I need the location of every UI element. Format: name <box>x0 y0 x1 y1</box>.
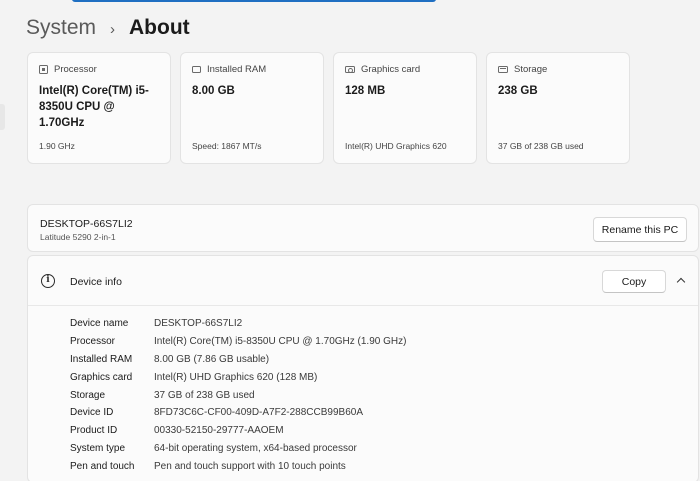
storage-icon <box>498 66 508 73</box>
spec-value: 8FD73C6C-CF00-409D-A7F2-288CCB99B60A <box>154 407 363 419</box>
nav-pane-edge[interactable] <box>0 104 5 130</box>
device-info-panel: i Device info Copy Device name DESKTOP-6… <box>27 255 699 481</box>
spec-label: Device name <box>70 318 129 330</box>
spec-row-pen-and-touch: Pen and touch Pen and touch support with… <box>70 457 406 475</box>
spec-label: Product ID <box>70 425 118 437</box>
spec-row-graphics-card: Graphics card Intel(R) UHD Graphics 620 … <box>70 368 406 386</box>
processor-card-sub: 1.90 GHz <box>39 141 75 151</box>
spec-label: Pen and touch <box>70 460 135 472</box>
rename-pc-button[interactable]: Rename this PC <box>593 217 687 242</box>
spec-value: 64-bit operating system, x64-based proce… <box>154 442 357 454</box>
spec-value: 37 GB of 238 GB used <box>154 389 255 401</box>
spec-row-system-type: System type 64-bit operating system, x64… <box>70 440 406 458</box>
spec-label: Processor <box>70 336 116 348</box>
copy-button[interactable]: Copy <box>602 270 666 293</box>
spec-value: Intel(R) UHD Graphics 620 (128 MB) <box>154 371 318 383</box>
spec-label: Storage <box>70 389 106 401</box>
device-info-title: Device info <box>70 276 122 288</box>
breadcrumb: System › About <box>26 13 190 43</box>
spec-value: Intel(R) Core(TM) i5-8350U CPU @ 1.70GHz… <box>154 336 407 348</box>
ram-card-sub: Speed: 1867 MT/s <box>192 141 262 151</box>
spec-row-device-id: Device ID 8FD73C6C-CF00-409D-A7F2-288CCB… <box>70 404 406 422</box>
device-spec-list: Device name DESKTOP-66S7LI2 Processor In… <box>70 315 406 475</box>
chevron-up-icon[interactable] <box>676 277 686 287</box>
breadcrumb-separator: › <box>110 20 116 38</box>
breadcrumb-system[interactable]: System <box>26 16 96 40</box>
spec-row-device-name: Device name DESKTOP-66S7LI2 <box>70 315 406 333</box>
storage-card-sub: 37 GB of 238 GB used <box>498 141 584 151</box>
spec-row-processor: Processor Intel(R) Core(TM) i5-8350U CPU… <box>70 333 406 351</box>
spec-row-product-id: Product ID 00330-52150-29777-AAOEM <box>70 422 406 440</box>
storage-card-label: Storage <box>514 64 548 75</box>
storage-card: Storage 238 GB 37 GB of 238 GB used <box>486 52 630 164</box>
graphics-card-card: Graphics card 128 MB Intel(R) UHD Graphi… <box>333 52 477 164</box>
ram-card-label: Installed RAM <box>207 64 267 75</box>
spec-label: Installed RAM <box>70 353 133 365</box>
ram-icon <box>192 66 201 73</box>
spec-value: 00330-52150-29777-AAOEM <box>154 425 284 437</box>
processor-icon <box>39 65 48 74</box>
spec-label: Graphics card <box>70 371 133 383</box>
processor-card-label: Processor <box>54 64 97 75</box>
pc-model: Latitude 5290 2-in-1 <box>40 232 116 242</box>
ram-card-value: 8.00 GB <box>192 85 235 97</box>
storage-card-value: 238 GB <box>498 85 538 97</box>
info-icon: i <box>41 274 55 288</box>
device-info-header[interactable]: i Device info Copy <box>28 256 698 306</box>
spec-row-storage: Storage 37 GB of 238 GB used <box>70 386 406 404</box>
spec-value: 8.00 GB (7.86 GB usable) <box>154 353 270 365</box>
ram-card: Installed RAM 8.00 GB Speed: 1867 MT/s <box>180 52 324 164</box>
window-accent-bar <box>72 0 436 2</box>
graphics-card-label: Graphics card <box>361 64 421 75</box>
processor-card-value: Intel(R) Core(TM) i5-8350U CPU @ 1.70GHz <box>39 85 149 129</box>
spec-label: System type <box>70 442 126 454</box>
pc-name-panel: DESKTOP-66S7LI2 Latitude 5290 2-in-1 Ren… <box>27 204 699 252</box>
spec-label: Device ID <box>70 407 114 419</box>
processor-card: Processor Intel(R) Core(TM) i5-8350U CPU… <box>27 52 171 164</box>
graphics-card-value: 128 MB <box>345 85 386 97</box>
spec-row-installed-ram: Installed RAM 8.00 GB (7.86 GB usable) <box>70 351 406 369</box>
spec-value: DESKTOP-66S7LI2 <box>154 318 243 330</box>
graphics-card-icon <box>345 66 355 73</box>
page-title: About <box>129 16 190 39</box>
spec-value: Pen and touch support with 10 touch poin… <box>154 460 346 472</box>
graphics-card-sub: Intel(R) UHD Graphics 620 <box>345 141 447 151</box>
pc-name: DESKTOP-66S7LI2 <box>40 218 133 230</box>
